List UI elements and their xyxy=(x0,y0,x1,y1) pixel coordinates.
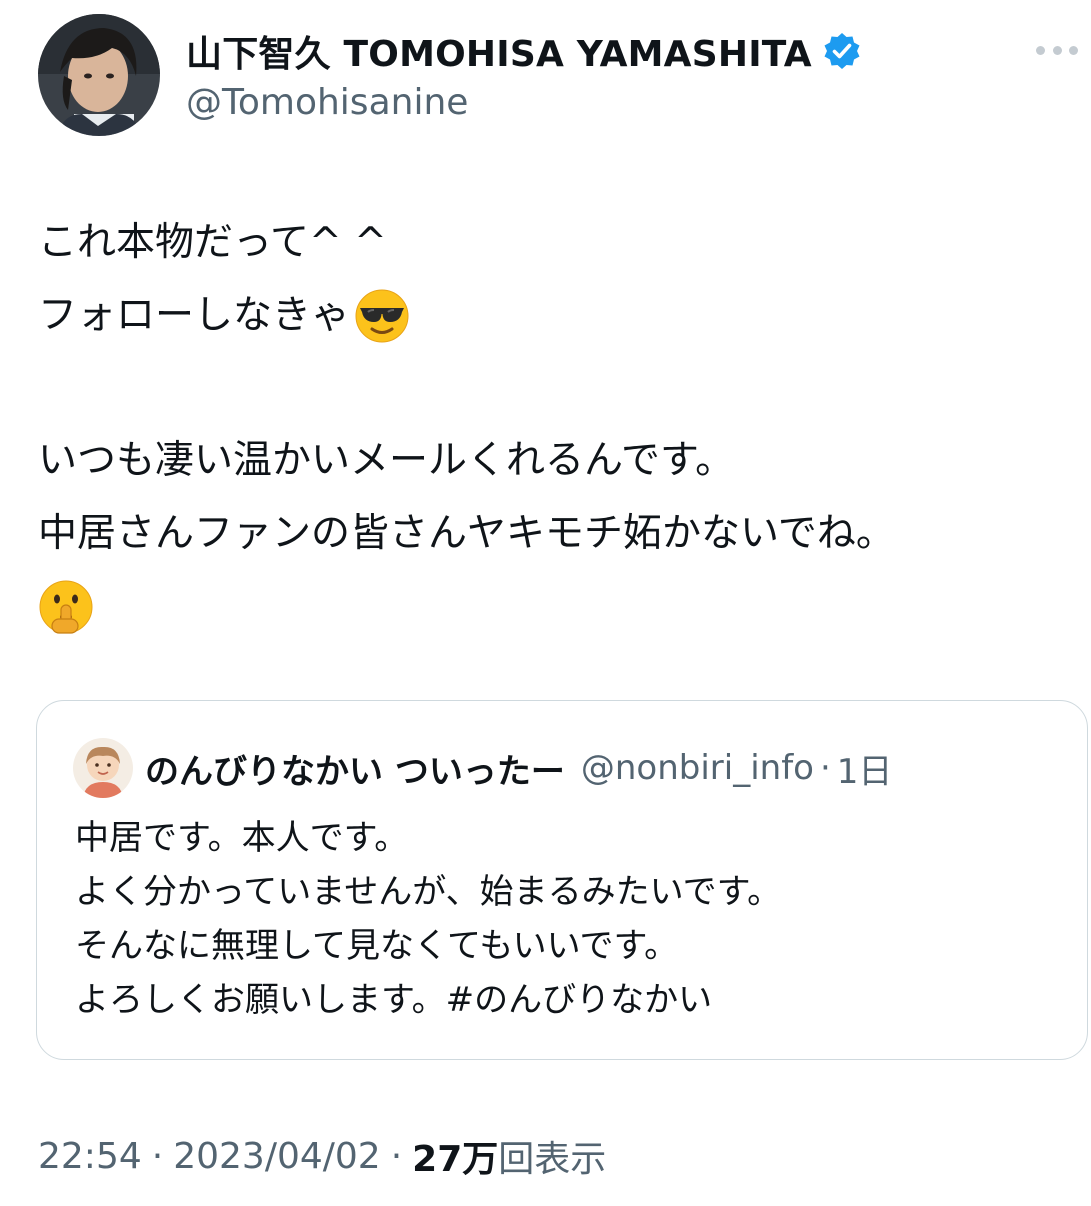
separator: · xyxy=(819,748,831,788)
separator: · xyxy=(390,1135,403,1177)
quoted-line: よく分かっていませんが、始まるみたいです。 xyxy=(75,872,782,912)
tweet-time[interactable]: 22:54 xyxy=(38,1136,142,1177)
quoted-tweet-time[interactable]: 1日 xyxy=(837,744,893,793)
shushing-face-icon xyxy=(39,580,93,634)
quoted-author-handle[interactable]: @nonbiri_info xyxy=(581,748,814,788)
quoted-line: そんなに無理して見なくてもいいです。 xyxy=(75,926,679,966)
quoted-author-name[interactable]: のんびりなかい ついったー xyxy=(145,744,565,793)
tweet-line: フォローしなきゃ xyxy=(38,293,351,338)
tweet-line: これ本物だって^ ^ xyxy=(38,220,387,265)
quoted-tweet-card[interactable]: のんびりなかい ついったー @nonbiri_info · 1日 中居です。本人… xyxy=(36,700,1088,1060)
separator: · xyxy=(151,1135,164,1177)
views-label: 回表示 xyxy=(498,1139,607,1180)
tweet-text: これ本物だって^ ^ フォローしなきゃ いつも凄い温かいメールくれるんです。 中… xyxy=(38,206,1058,643)
quoted-line: よろしくお願いします。#のんびりなかい xyxy=(75,980,713,1020)
tweet-meta: 22:54 · 2023/04/02 · 27万 回表示 xyxy=(38,1130,606,1182)
verified-badge-icon xyxy=(824,33,860,69)
more-options-icon[interactable] xyxy=(1036,42,1078,58)
tweet-line: 中居さんファンの皆さんヤキモチ妬かないでね。 xyxy=(38,511,895,556)
tweet-line: いつも凄い温かいメールくれるんです。 xyxy=(38,438,735,483)
tweet-line-with-emoji: フォローしなきゃ xyxy=(38,279,1058,352)
quoted-line: 中居です。本人です。 xyxy=(75,818,409,858)
smiling-face-with-sunglasses-icon xyxy=(355,289,409,342)
author-display-name[interactable]: 山下智久 TOMOHISA YAMASHITA xyxy=(186,25,812,77)
tweet-header: 山下智久 TOMOHISA YAMASHITA @Tomohisanine xyxy=(38,14,1078,138)
tweet-date[interactable]: 2023/04/02 xyxy=(173,1136,381,1177)
views-count[interactable]: 27万 xyxy=(412,1130,498,1182)
author-avatar[interactable] xyxy=(38,14,160,136)
quoted-tweet-text: 中居です。本人です。 よく分かっていませんが、始まるみたいです。 そんなに無理し… xyxy=(75,811,781,1027)
quoted-author-avatar[interactable] xyxy=(73,738,133,798)
author-handle[interactable]: @Tomohisanine xyxy=(186,82,862,123)
